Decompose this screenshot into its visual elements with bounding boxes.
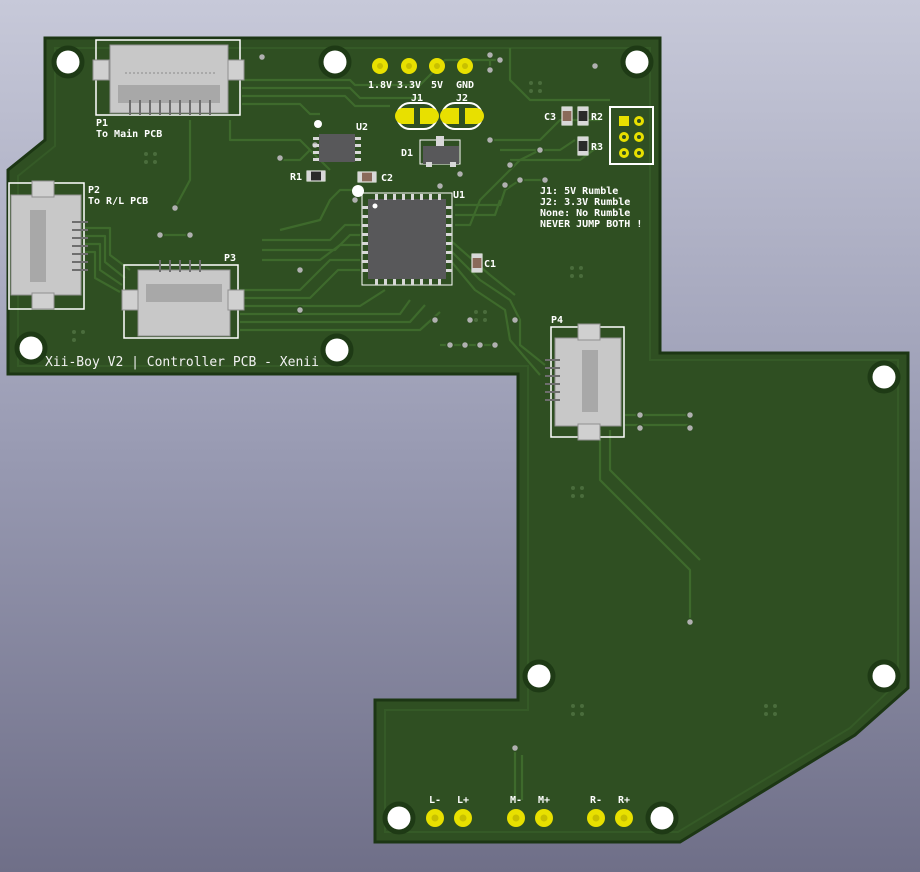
pcb-board-view: P1 To Main PCB P2 To R/L PCB P3 P4 U1 U2… [6,36,910,844]
jumper-note-line: NEVER JUMP BOTH ! [540,219,642,230]
p3-ref-label: P3 [224,253,236,264]
pin-label-gnd: GND [456,80,474,91]
r1-ref-label: R1 [290,172,302,183]
motor-label-l-plus: L+ [457,795,469,806]
d1-ref-label: D1 [401,148,413,159]
pin-label-3v3: 3.3V [397,80,421,91]
r3-ref-label: R3 [591,142,603,153]
test-point[interactable] [372,58,388,74]
motor-label-m-plus: M+ [538,795,550,806]
motor-label-r-minus: R- [590,795,602,806]
motor-pad[interactable] [426,809,444,827]
p2-desc-label: To R/L PCB [88,196,148,207]
r2-ref-label: R2 [591,112,603,123]
u1-ref-label: U1 [453,190,465,201]
board-title: Xii-Boy V2 | Controller PCB - Xenii [45,355,319,370]
motor-pad[interactable] [535,809,553,827]
p4-ref-label: P4 [551,315,563,326]
test-point[interactable] [401,58,417,74]
u2-ref-label: U2 [356,122,368,133]
resistor-r3[interactable] [577,136,589,156]
motor-pad[interactable] [615,809,633,827]
connector-p4[interactable] [545,323,625,441]
connector-p3[interactable] [121,260,245,339]
test-point[interactable] [457,58,473,74]
jumper-note-line: J1: 5V Rumble [540,186,618,197]
jumper-note-line: J2: 3.3V Rumble [540,197,630,208]
test-point[interactable] [429,58,445,74]
p2-ref-label: P2 [88,185,100,196]
p1-ref-label: P1 [96,118,108,129]
motor-label-l-minus: L- [429,795,441,806]
resistor-r2[interactable] [577,106,589,126]
motor-label-r-plus: R+ [618,795,630,806]
motor-pad[interactable] [454,809,472,827]
pin-label-1v8: 1.8V [368,80,392,91]
jumper-note-line: None: No Rumble [540,208,630,219]
capacitor-c2[interactable] [357,171,377,183]
capacitor-c1[interactable] [471,253,483,273]
motor-pad[interactable] [507,809,525,827]
capacitor-c3[interactable] [561,106,573,126]
c2-ref-label: C2 [381,173,393,184]
motor-pad[interactable] [587,809,605,827]
connector-p2[interactable] [8,180,88,310]
p1-desc-label: To Main PCB [96,128,162,140]
c1-ref-label: C1 [484,259,496,270]
motor-label-m-minus: M- [510,795,522,806]
resistor-r1[interactable] [306,170,326,182]
c3-ref-label: C3 [544,112,556,123]
pin-label-5v: 5V [431,80,443,91]
connector-p1[interactable] [92,39,245,116]
